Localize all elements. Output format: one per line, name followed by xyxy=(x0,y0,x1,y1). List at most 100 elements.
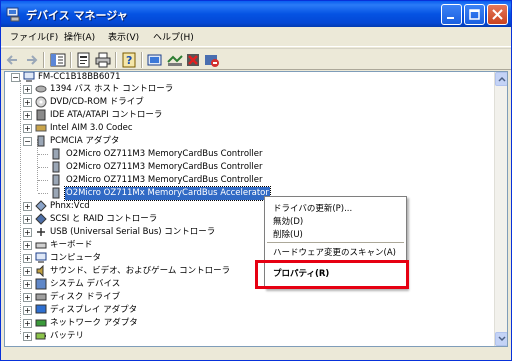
scroll-up-button[interactable] xyxy=(495,72,507,86)
tree-node-label: ネットワーク アダプタ xyxy=(50,318,138,328)
battery-icon xyxy=(35,332,46,340)
tree-node-keyboard[interactable]: + キーボード xyxy=(5,239,255,252)
sound-icon xyxy=(36,265,44,277)
tree-node-label: コンピュータ xyxy=(50,253,102,263)
tree-connector-line xyxy=(38,154,48,155)
expand-icon[interactable]: + xyxy=(23,111,32,120)
tree-node-label: Phnx:Vcd xyxy=(50,201,90,211)
status-bar xyxy=(1,348,511,360)
tree-node-label: PCMCIA アダプタ xyxy=(50,136,120,146)
tree-node-intel[interactable]: + Intel AIM 3.0 Codec xyxy=(5,122,405,135)
minimize-button[interactable] xyxy=(441,4,462,25)
tree-child-label: O2Micro OZ711Mx MemoryCardBus Accelerato… xyxy=(64,186,271,201)
display-icon xyxy=(35,304,47,314)
tree-node-label: USB (Universal Serial Bus) コントローラ xyxy=(50,227,216,237)
expand-icon[interactable]: + xyxy=(23,98,32,107)
expand-icon[interactable]: + xyxy=(23,332,32,341)
cardbus-icon xyxy=(52,187,60,199)
expand-icon[interactable]: + xyxy=(23,280,32,289)
scan-hardware-icon[interactable] xyxy=(147,52,163,68)
cardbus-icon xyxy=(52,161,60,173)
tree-node-display[interactable]: + ディスプレイ アダプタ xyxy=(5,304,255,317)
expand-icon[interactable]: + xyxy=(23,124,32,133)
show-hide-tree-icon[interactable] xyxy=(50,52,66,68)
menu-disable[interactable]: 無効(D) xyxy=(273,215,303,227)
menu-file[interactable]: ファイル(F) xyxy=(10,30,58,43)
title-bar[interactable]: デバイス マネージャ xyxy=(1,1,511,27)
device-icon xyxy=(35,200,47,212)
tree-child-pcmcia[interactable]: O2Micro OZ711M3 MemoryCardBus Controller xyxy=(5,161,405,174)
tree-node-label: DVD/CD-ROM ドライブ xyxy=(50,97,144,107)
update-driver-icon[interactable] xyxy=(167,52,183,68)
menu-help[interactable]: ヘルプ(H) xyxy=(153,30,194,43)
expand-icon[interactable]: + xyxy=(23,306,32,315)
tree-node-battery[interactable]: + バッテリ xyxy=(5,330,255,343)
expand-icon[interactable]: + xyxy=(23,319,32,328)
tree-node-label: サウンド、ビデオ、およびゲーム コントローラ xyxy=(50,266,231,276)
collapse-icon[interactable]: − xyxy=(11,73,20,82)
scsi-icon xyxy=(35,213,47,225)
vertical-scrollbar[interactable] xyxy=(494,72,507,346)
codec-icon xyxy=(35,124,47,132)
close-button[interactable] xyxy=(487,4,508,25)
tree-node-1394[interactable]: + 1394 バス ホスト コントローラ xyxy=(5,83,405,96)
cardbus-icon xyxy=(52,174,60,186)
forward-arrow-icon[interactable] xyxy=(23,52,39,68)
tree-node-label: バッテリ xyxy=(50,331,85,341)
tree-child-pcmcia[interactable]: O2Micro OZ711M3 MemoryCardBus Controller xyxy=(5,174,405,187)
scroll-down-button[interactable] xyxy=(495,332,507,346)
maximize-button[interactable] xyxy=(464,4,485,25)
disk-icon xyxy=(35,293,47,301)
tree-connector-line xyxy=(38,180,48,181)
tree-connector-line xyxy=(38,193,48,194)
expand-icon[interactable]: + xyxy=(23,215,32,224)
tree-node-label: ディスク ドライブ xyxy=(50,292,121,302)
disable-device-icon[interactable] xyxy=(204,52,220,68)
tree-node-network[interactable]: + ネットワーク アダプタ xyxy=(5,317,255,330)
tree-node-label: ディスプレイ アダプタ xyxy=(50,305,138,315)
svg-text:?: ? xyxy=(126,54,132,67)
menu-update-driver[interactable]: ドライバの更新(P)... xyxy=(273,202,352,214)
tree-node-system[interactable]: + システム デバイス xyxy=(5,278,255,291)
chevron-down-icon xyxy=(498,336,506,342)
tree-node-usb[interactable]: + USB (Universal Serial Bus) コントローラ xyxy=(5,226,255,239)
expand-icon[interactable]: + xyxy=(23,202,32,211)
tree-node-phnx[interactable]: + Phnx:Vcd xyxy=(5,200,255,213)
collapse-icon[interactable]: − xyxy=(23,137,32,146)
expand-icon[interactable]: + xyxy=(23,293,32,302)
tree-node-sound[interactable]: + サウンド、ビデオ、およびゲーム コントローラ xyxy=(5,265,255,278)
tree-node-label: Intel AIM 3.0 Codec xyxy=(50,123,133,133)
properties-icon[interactable] xyxy=(76,52,92,68)
tree-node-dvd[interactable]: + DVD/CD-ROM ドライブ xyxy=(5,96,405,109)
tree-node-disk[interactable]: + ディスク ドライブ xyxy=(5,291,255,304)
ide-icon xyxy=(36,109,46,121)
device-tree[interactable]: − FM-CC1B18BB6071 + 1394 バス ホスト コントローラ +… xyxy=(4,71,508,347)
tree-node-label: キーボード xyxy=(50,240,93,250)
print-icon[interactable] xyxy=(95,52,111,68)
expand-icon[interactable]: + xyxy=(23,228,32,237)
computer-icon xyxy=(23,72,35,82)
help-icon[interactable]: ? xyxy=(121,52,137,68)
tree-node-scsi[interactable]: + SCSI と RAID コントローラ xyxy=(5,213,255,226)
tree-node-label: 1394 バス ホスト コントローラ xyxy=(50,84,174,94)
tree-child-label: O2Micro OZ711M3 MemoryCardBus Controller xyxy=(66,162,263,172)
expand-icon[interactable]: + xyxy=(23,254,32,263)
device-manager-icon xyxy=(6,7,20,22)
expand-icon[interactable]: + xyxy=(23,267,32,276)
expand-icon[interactable]: + xyxy=(23,85,32,94)
tree-node-computer[interactable]: + コンピュータ xyxy=(5,252,255,265)
expand-icon[interactable]: + xyxy=(23,241,32,250)
menu-uninstall[interactable]: 削除(U) xyxy=(273,228,303,240)
tree-node-ide[interactable]: + IDE ATA/ATAPI コントローラ xyxy=(5,109,405,122)
keyboard-icon xyxy=(35,242,47,249)
uninstall-icon[interactable] xyxy=(185,52,201,68)
tree-connector-line xyxy=(38,167,48,168)
device-manager-window: デバイス マネージャ ファイル(F) 操作(A) 表示(V) ヘルプ(H) ? xyxy=(0,0,512,361)
tree-node-pcmcia[interactable]: − PCMCIA アダプタ xyxy=(5,135,405,148)
menu-action[interactable]: 操作(A) xyxy=(64,30,95,43)
tree-child-pcmcia[interactable]: O2Micro OZ711M3 MemoryCardBus Controller xyxy=(5,148,405,161)
menu-scan-hardware[interactable]: ハードウェア変更のスキャン(A) xyxy=(273,246,396,258)
menu-view[interactable]: 表示(V) xyxy=(108,30,139,43)
cdrom-icon xyxy=(35,96,47,108)
back-arrow-icon[interactable] xyxy=(5,52,21,68)
